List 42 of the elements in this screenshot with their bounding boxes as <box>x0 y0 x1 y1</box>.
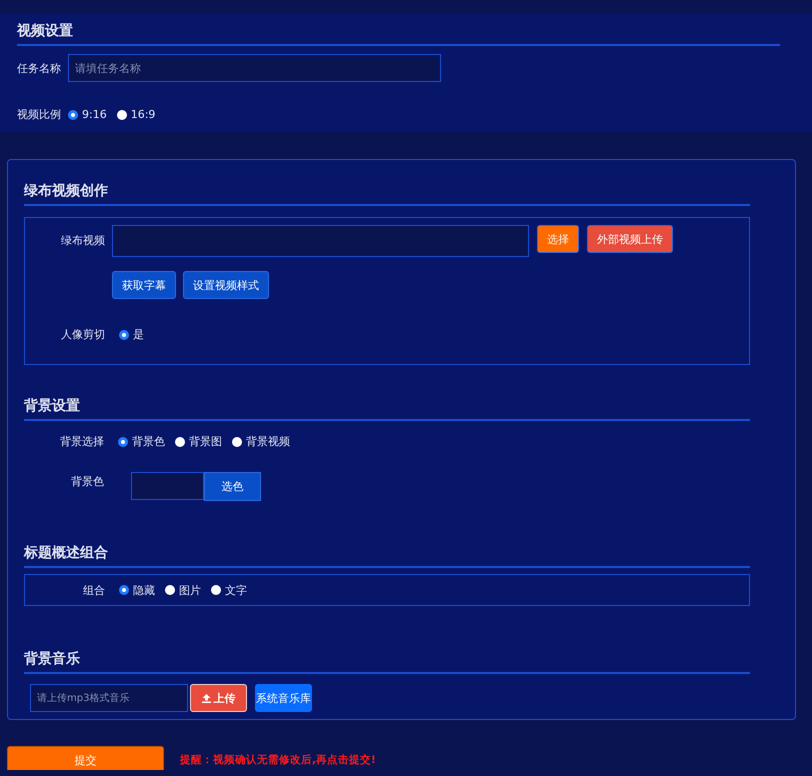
music-field[interactable]: 请上传mp3格式音乐 <box>30 684 188 712</box>
upload-button[interactable]: 上传 <box>190 684 247 712</box>
upload-icon <box>202 694 210 702</box>
field-label: 背景色 <box>70 474 105 489</box>
field-label: 绿布视频 <box>60 233 106 248</box>
color-swatch[interactable] <box>131 472 204 500</box>
field-label: 人像剪切 <box>60 327 106 342</box>
radio-label[interactable]: 16:9 <box>130 108 156 121</box>
radio-label[interactable]: 文字 <box>225 582 247 598</box>
radio-label[interactable]: 背景色 <box>132 434 165 449</box>
radio-button[interactable] <box>232 436 242 446</box>
radio-button[interactable] <box>68 110 78 120</box>
radio-button[interactable] <box>116 110 127 120</box>
radio-button[interactable] <box>118 436 128 446</box>
field-label: 背景选择 <box>59 434 105 449</box>
action-button[interactable]: 设置视频样式 <box>183 271 269 299</box>
pick-color-button[interactable]: 选色 <box>204 472 261 501</box>
radio-label[interactable]: 是 <box>133 327 144 342</box>
section-title: 绿布视频创作 <box>24 182 750 206</box>
radio-label[interactable]: 背景视频 <box>246 434 290 449</box>
action-button[interactable]: 获取字幕 <box>112 271 176 299</box>
radio-button[interactable] <box>165 585 175 595</box>
field-label: 组合 <box>82 582 106 598</box>
section-title: 标题概述组合 <box>24 544 750 568</box>
radio-label[interactable]: 9:16 <box>82 108 107 121</box>
warning-text: 提醒：视频确认无需修改后,再点击提交! <box>180 753 376 767</box>
video-field[interactable] <box>112 225 529 257</box>
radio-button[interactable] <box>119 585 129 595</box>
section-title: 背景音乐 <box>24 650 750 674</box>
task-name-field[interactable]: 请填任务名称 <box>68 54 441 82</box>
radio-button[interactable] <box>119 330 129 340</box>
field-label: 视频比例 <box>17 107 61 122</box>
radio-label[interactable]: 背景图 <box>189 434 222 449</box>
radio-label[interactable]: 图片 <box>179 582 201 598</box>
field-label: 任务名称 <box>17 60 61 76</box>
section-title: 视频设置 <box>17 22 780 46</box>
radio-button[interactable] <box>175 436 185 446</box>
radio-button[interactable] <box>211 585 221 595</box>
upload-button[interactable]: 外部视频上传 <box>587 225 673 253</box>
section-title: 背景设置 <box>24 397 750 421</box>
music-library-button[interactable]: 系统音乐库 <box>255 684 312 712</box>
radio-label[interactable]: 隐藏 <box>133 582 155 598</box>
